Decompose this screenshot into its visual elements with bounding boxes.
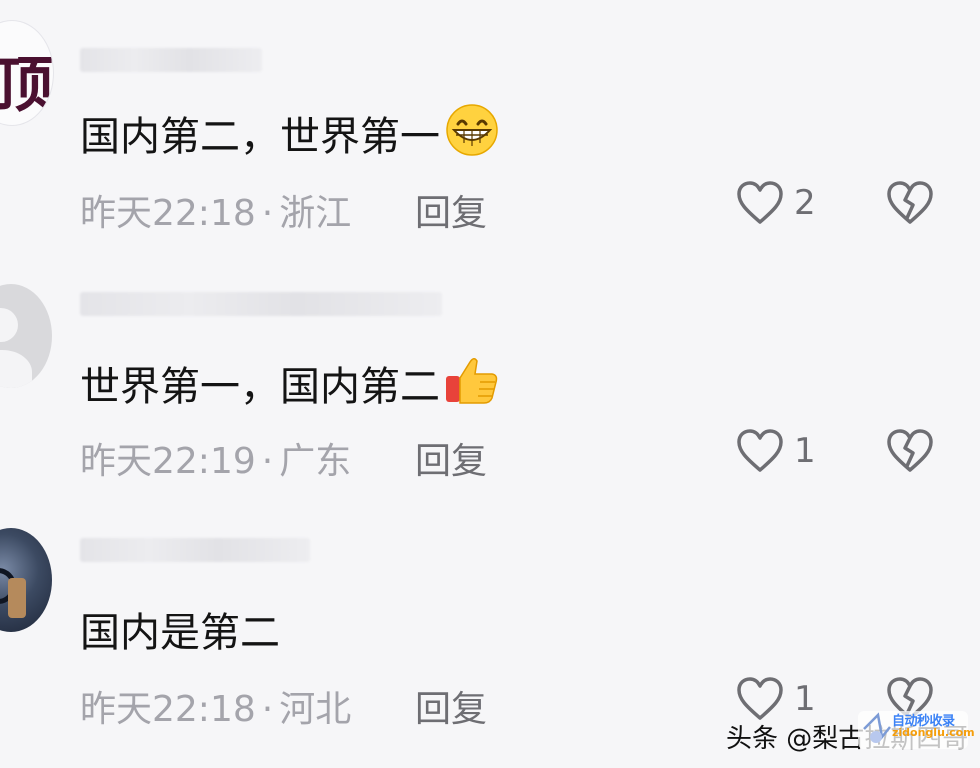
heart-outline-icon bbox=[737, 181, 783, 224]
meta-separator: · bbox=[261, 441, 274, 482]
comment-time: 昨天22:18 bbox=[80, 689, 256, 730]
comment-location: 河北 bbox=[279, 689, 352, 730]
comment-location: 广东 bbox=[279, 441, 352, 482]
like-count: 2 bbox=[794, 183, 816, 223]
like-button[interactable]: 2 bbox=[736, 180, 816, 226]
meta-separator: · bbox=[261, 193, 274, 234]
avatar[interactable] bbox=[0, 528, 52, 632]
reply-button[interactable]: 回复 bbox=[415, 184, 487, 236]
comment-text: 国内第二，世界第一 bbox=[80, 104, 500, 166]
like-count: 1 bbox=[794, 431, 816, 471]
avatar[interactable] bbox=[0, 284, 52, 388]
broken-heart-icon bbox=[887, 429, 933, 472]
comment-meta: 昨天22:19 · 广东 bbox=[80, 432, 351, 484]
comment-item: 世界第一，国内第二 昨天22:19 · 广东 回复 1 bbox=[0, 248, 980, 496]
comment-meta: 昨天22:18 · 浙江 bbox=[80, 184, 351, 236]
like-button[interactable]: 1 bbox=[736, 428, 816, 474]
like-count: 1 bbox=[794, 679, 816, 719]
meta-separator: · bbox=[261, 689, 274, 730]
comment-text-content: 国内第二，世界第一 bbox=[80, 114, 440, 160]
comment-text: 国内是第二 bbox=[80, 600, 280, 658]
avatar[interactable]: 顶 bbox=[0, 20, 54, 126]
username-blurred[interactable] bbox=[80, 48, 262, 72]
comment-time: 昨天22:19 bbox=[80, 441, 256, 482]
heart-outline-icon bbox=[737, 429, 783, 472]
grinning-face-emoji-icon bbox=[444, 104, 500, 166]
dislike-button[interactable] bbox=[886, 428, 934, 478]
comment-location: 浙江 bbox=[279, 193, 352, 234]
comment-item: 顶 国内第二，世界第一 昨天22:18·浙江 回复 2 bbox=[0, 0, 980, 248]
like-button[interactable]: 1 bbox=[736, 676, 816, 722]
reply-button[interactable]: 回复 bbox=[415, 432, 487, 484]
heart-outline-icon bbox=[737, 677, 783, 720]
comment-item: 国内是第二 昨天22:18 · 河北 回复 1 bbox=[0, 496, 980, 744]
dislike-button[interactable] bbox=[886, 180, 934, 230]
username-blurred[interactable] bbox=[80, 538, 310, 562]
comment-text: 世界第一，国内第二 bbox=[80, 354, 500, 416]
comment-text-content: 国内是第二 bbox=[80, 610, 280, 656]
comment-time: 昨天22:18 bbox=[80, 193, 256, 234]
logo-subtext: zidonglu.com bbox=[892, 726, 975, 739]
comment-text-content: 世界第一，国内第二 bbox=[80, 364, 440, 410]
broken-heart-icon bbox=[887, 181, 933, 224]
username-blurred[interactable] bbox=[80, 292, 442, 316]
thumbs-up-emoji-icon bbox=[444, 354, 500, 416]
reply-button[interactable]: 回复 bbox=[415, 680, 487, 732]
comment-meta: 昨天22:18 · 河北 bbox=[80, 680, 351, 732]
